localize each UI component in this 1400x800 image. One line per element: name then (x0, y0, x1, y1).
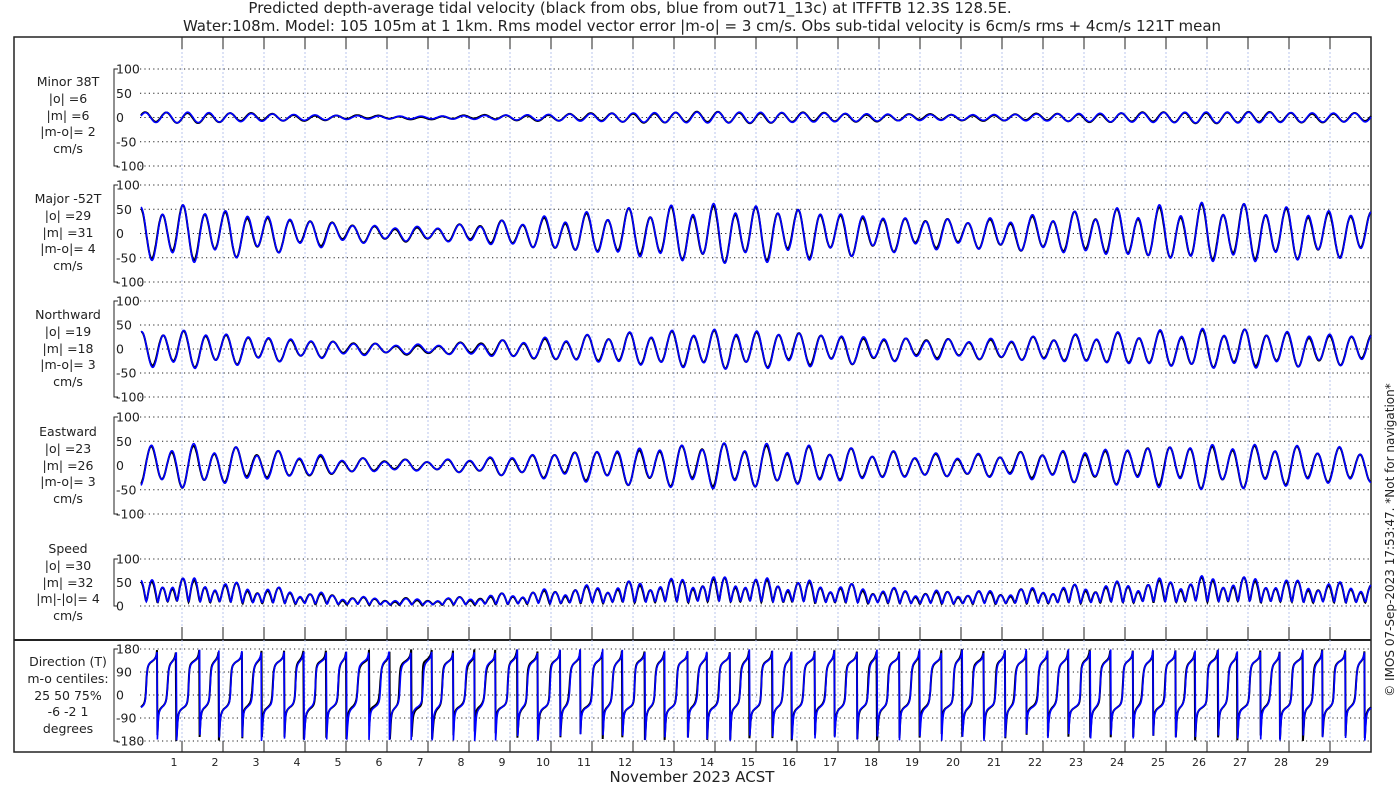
panel-stat-line: |o| =23 (44, 440, 92, 456)
x-axis-label: November 2023 ACST (609, 768, 775, 786)
x-tick-label: 11 (577, 756, 591, 769)
x-tick-label: 27 (1233, 756, 1247, 769)
panel-label-speed: Speed |o| =30 |m| =32 |m|-|o|= 4 cm/s (14, 541, 122, 625)
x-tick-label: 18 (864, 756, 878, 769)
panel-stat-line: |m| =31 (42, 224, 94, 240)
x-tick-label: 5 (335, 756, 342, 769)
panel-stat-line: |m| =32 (42, 574, 94, 590)
x-tick-label: 10 (536, 756, 550, 769)
copyright-notice: © IMOS 07-Sep-2023 17:53:47. *Not for na… (1383, 383, 1397, 697)
panel-stat-line: |m-o|= 2 (40, 124, 96, 140)
panel-stat-line: |m| =18 (42, 340, 94, 356)
panel-stat-line: |m| =26 (42, 457, 94, 473)
y-tick-label: 100 (116, 410, 140, 425)
x-tick-label: 4 (294, 756, 301, 769)
panel-label-minor: Minor 38T |o| =6 |m| =6 |m-o|= 2 cm/s (14, 74, 122, 158)
panel-stat-line: Direction (T) (29, 654, 107, 669)
x-tick-label: 24 (1110, 756, 1124, 769)
x-tick-label: 26 (1192, 756, 1206, 769)
panel-stat-line: cm/s (53, 608, 83, 624)
x-tick-label: 7 (417, 756, 424, 769)
x-tick-label: 2 (212, 756, 219, 769)
x-tick-label: 25 (1151, 756, 1165, 769)
x-tick-label: 19 (905, 756, 919, 769)
x-tick-label: 17 (823, 756, 837, 769)
x-tick-label: 22 (1028, 756, 1042, 769)
panel-stat-line: |m| =6 (46, 107, 90, 123)
panel-stat-line: |o| =6 (48, 90, 88, 106)
panel-label-direction: Direction (T) m-o centiles: 25 50 75% -6 -2… (14, 654, 122, 738)
x-tick-label: 9 (499, 756, 506, 769)
panel-stat-line: 25 50 75% (34, 687, 102, 703)
panel-stat-line: cm/s (53, 141, 83, 157)
x-tick-label: 8 (458, 756, 465, 769)
panel-stat-line: Northward (35, 307, 101, 322)
x-tick-label: 6 (376, 756, 383, 769)
x-tick-label: 23 (1069, 756, 1083, 769)
x-tick-label: 21 (987, 756, 1001, 769)
x-tick-label: 28 (1274, 756, 1288, 769)
panel-stat-line: |m-o|= 3 (40, 357, 96, 373)
panel-stat-line: |m-o|= 3 (40, 474, 96, 490)
panel-stat-line: degrees (42, 721, 94, 737)
panel-stat-line: -6 -2 1 (47, 704, 89, 720)
panel-label-east: Eastward |o| =23 |m| =26 |m-o|= 3 cm/s (14, 424, 122, 508)
panel-stat-line: Eastward (39, 424, 97, 439)
panel-label-major: Major -52T |o| =29 |m| =31 |m-o|= 4 cm/s (14, 191, 122, 275)
x-tick-label: 29 (1315, 756, 1329, 769)
x-tick-label: 20 (946, 756, 960, 769)
panel-stat-line: Speed (48, 541, 88, 556)
panel-stat-line: |o| =29 (44, 207, 92, 223)
panel-stat-line: Major -52T (34, 191, 102, 206)
panel-stat-line: cm/s (53, 491, 83, 507)
x-tick-label: 16 (782, 756, 796, 769)
panel-stat-line: cm/s (53, 258, 83, 274)
panel-stat-line: Minor 38T (36, 74, 100, 89)
tidal-velocity-chart: 1 2 3 4 5 6 7 8 9 10 11 12 13 14 15 16 17 18 19 20 21 22 23 24 2… (13, 36, 1372, 769)
x-tick-label: 3 (253, 756, 260, 769)
panel-stat-line: |o| =19 (44, 323, 92, 339)
panel-stat-line: m-o centiles: (27, 670, 109, 686)
plot-frame (13, 36, 1372, 753)
panel-stat-line: |m|-|o|= 4 (36, 591, 100, 607)
x-tick-label: 1 (171, 756, 178, 769)
panel-stat-line: |m-o|= 4 (40, 241, 96, 257)
panel-stat-line: cm/s (53, 374, 83, 390)
panel-stat-line: |o| =30 (44, 557, 92, 573)
panel-label-north: Northward |o| =19 |m| =18 |m-o|= 3 cm/s (14, 307, 122, 391)
